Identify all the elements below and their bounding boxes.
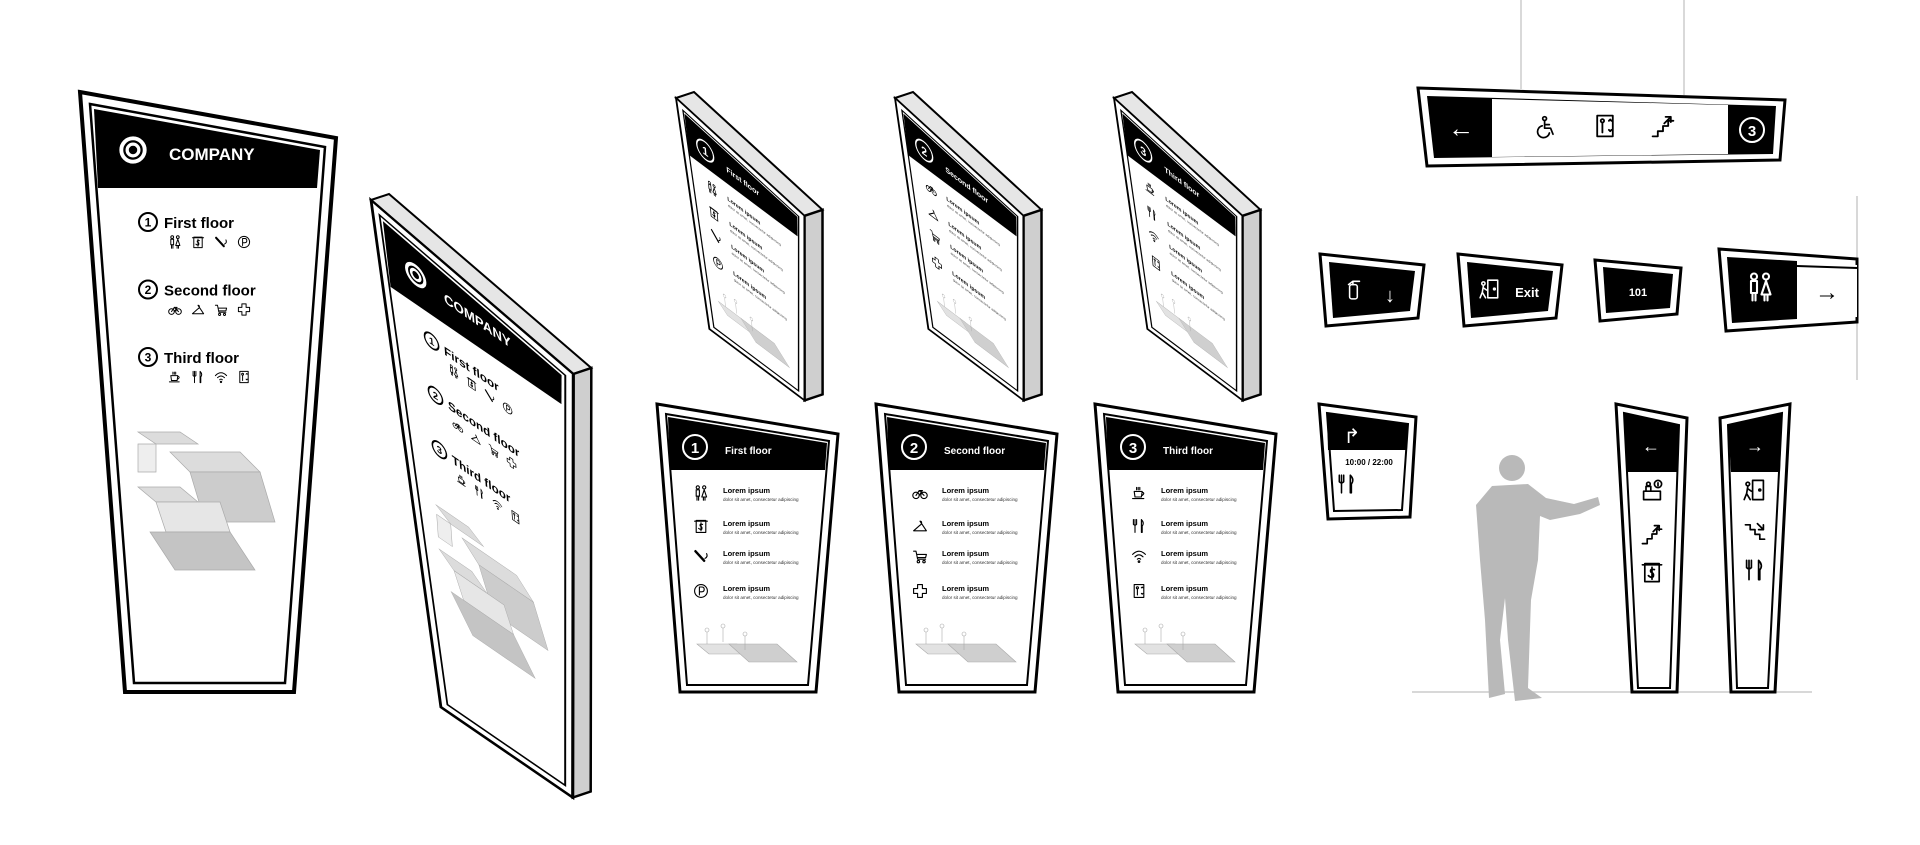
item-description: dolor sit amet, consectetur adipiscing bbox=[723, 497, 799, 502]
opening-hours-sign: ↱ 10:00 / 22:00 bbox=[1319, 404, 1416, 519]
item-title: Lorem ipsum bbox=[942, 549, 989, 558]
floor-number: 1 bbox=[691, 440, 699, 457]
floor-name: Second floor bbox=[944, 446, 1005, 457]
totem-right-arrow: → bbox=[1746, 436, 1764, 456]
item-description: dolor sit amet, consectetur adipiscing bbox=[1161, 595, 1237, 600]
item-title: Lorem ipsum bbox=[1161, 584, 1208, 593]
exit-sign-label: Exit bbox=[1515, 285, 1540, 300]
floor-number: 3 bbox=[145, 351, 152, 365]
hanging-sign-arrow: ← bbox=[1448, 113, 1474, 143]
item-title: Lorem ipsum bbox=[942, 584, 989, 593]
directional-totem-left: ← bbox=[1616, 404, 1687, 692]
opening-hours: 10:00 / 22:00 bbox=[1345, 458, 1393, 467]
item-title: Lorem ipsum bbox=[723, 584, 770, 593]
panel-side bbox=[805, 210, 823, 401]
floor-number: 2 bbox=[145, 283, 152, 297]
item-description: dolor sit amet, consectetur adipiscing bbox=[723, 530, 799, 535]
item-title: Lorem ipsum bbox=[942, 519, 989, 528]
company-directory-panel-isometric-body: COMPANY 1 First floor 2 Second floor 3 T… bbox=[371, 194, 605, 820]
floor-name: Third floor bbox=[164, 350, 239, 367]
item-description: dolor sit amet, consectetur adipiscing bbox=[1161, 530, 1237, 535]
panel-side bbox=[1024, 210, 1042, 401]
totem-left-arrow: ← bbox=[1642, 436, 1660, 456]
restroom-sign-arrow: → bbox=[1815, 279, 1839, 306]
item-title: Lorem ipsum bbox=[942, 486, 989, 495]
restroom-sign: → bbox=[1719, 196, 1857, 380]
company-name: COMPANY bbox=[169, 145, 255, 164]
fire-extinguisher-sign: ↓ bbox=[1320, 254, 1424, 326]
person-silhouette bbox=[1476, 455, 1600, 701]
item-title: Lorem ipsum bbox=[1161, 549, 1208, 558]
item-title: Lorem ipsum bbox=[723, 486, 770, 495]
floor-panel-isometric: 1 First floor Lorem ipsum dolor sit amet… bbox=[676, 92, 823, 412]
hanging-sign: ← 3 bbox=[1418, 0, 1785, 166]
floor-number: 2 bbox=[910, 440, 918, 457]
item-description: dolor sit amet, consectetur adipiscing bbox=[942, 530, 1018, 535]
floor-number: 3 bbox=[1129, 440, 1137, 457]
item-title: Lorem ipsum bbox=[1161, 519, 1208, 528]
item-title: Lorem ipsum bbox=[1161, 486, 1208, 495]
exit-sign: Exit bbox=[1458, 254, 1562, 326]
floor-panel-front: 1 First floor Lorem ipsum dolor sit amet… bbox=[657, 404, 838, 692]
floor-panel-isometric: 2 Second floor Lorem ipsum dolor sit ame… bbox=[895, 92, 1042, 412]
item-title: Lorem ipsum bbox=[723, 519, 770, 528]
hours-sign-arrow: ↱ bbox=[1344, 426, 1361, 448]
item-description: dolor sit amet, consectetur adipiscing bbox=[942, 560, 1018, 565]
floor-panel-front: 2 Second floor Lorem ipsum dolor sit ame… bbox=[876, 404, 1057, 692]
floor-name: First floor bbox=[164, 215, 234, 232]
floor-panels-front: 1 First floor Lorem ipsum dolor sit amet… bbox=[657, 404, 1276, 692]
fire-sign-arrow: ↓ bbox=[1385, 285, 1395, 307]
floor-number: 1 bbox=[145, 216, 152, 230]
item-description: dolor sit amet, consectetur adipiscing bbox=[942, 595, 1018, 600]
company-directory-panel-isometric: COMPANY 1 First floor 2 Second floor 3 T… bbox=[371, 194, 605, 820]
floor-panels-isometric: 1 First floor Lorem ipsum dolor sit amet… bbox=[676, 92, 1261, 412]
hanging-sign-floor: 3 bbox=[1748, 123, 1756, 140]
company-directory-panel: COMPANY 1 First floor 2 Second floor 3 T… bbox=[80, 92, 336, 692]
room-number: 101 bbox=[1629, 287, 1647, 299]
directional-totem-right: → bbox=[1720, 404, 1790, 692]
item-description: dolor sit amet, consectetur adipiscing bbox=[723, 595, 799, 600]
floor-name: Second floor bbox=[164, 283, 256, 300]
room-number-sign: 101 bbox=[1595, 260, 1681, 321]
panel-side bbox=[573, 368, 592, 798]
floor-panel-front: 3 Third floor Lorem ipsum dolor sit amet… bbox=[1095, 404, 1276, 692]
item-description: dolor sit amet, consectetur adipiscing bbox=[1161, 497, 1237, 502]
item-description: dolor sit amet, consectetur adipiscing bbox=[1161, 560, 1237, 565]
signage-scene: COMPANY 1 First floor 2 Second floor 3 T… bbox=[0, 0, 1920, 840]
item-title: Lorem ipsum bbox=[723, 549, 770, 558]
floor-name: Third floor bbox=[1163, 446, 1213, 457]
floor-panel-isometric: 3 Third floor Lorem ipsum dolor sit amet… bbox=[1114, 92, 1261, 412]
item-description: dolor sit amet, consectetur adipiscing bbox=[723, 560, 799, 565]
item-description: dolor sit amet, consectetur adipiscing bbox=[942, 497, 1018, 502]
floor-name: First floor bbox=[725, 446, 772, 457]
panel-side bbox=[1243, 210, 1261, 401]
